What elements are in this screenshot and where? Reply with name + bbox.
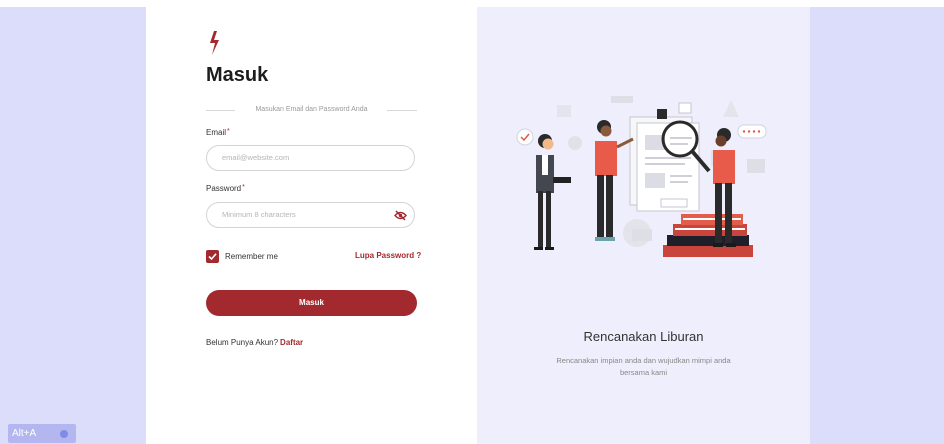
- illustration-subtitle: Rencanakan impian anda dan wujudkan mimp…: [556, 356, 731, 377]
- illustration-panel: Rencanakan Liburan Rencanakan impian and…: [477, 7, 810, 444]
- login-button[interactable]: Masuk: [206, 290, 417, 316]
- password-field-wrapper[interactable]: [206, 202, 415, 228]
- eye-slash-icon[interactable]: [394, 210, 407, 221]
- login-panel: Masuk Masukan Email dan Password Anda Em…: [146, 7, 477, 444]
- shortcut-badge[interactable]: Alt+A: [8, 424, 76, 443]
- signup-link[interactable]: Daftar: [280, 338, 303, 347]
- email-field-wrapper[interactable]: [206, 145, 415, 171]
- signup-prompt: Belum Punya Akun? Daftar: [206, 338, 303, 347]
- checkmark-icon: [208, 253, 217, 261]
- password-label: Password*: [206, 184, 245, 193]
- assistant-dot-icon: [60, 430, 68, 438]
- remember-label[interactable]: Remember me: [225, 252, 278, 261]
- page-title: Masuk: [206, 64, 269, 86]
- shortcut-label: Alt+A: [12, 428, 37, 439]
- forgot-password-link[interactable]: Lupa Password ?: [355, 251, 421, 260]
- top-strip: [0, 0, 944, 7]
- password-field[interactable]: [220, 209, 394, 220]
- lightning-bolt-icon: [210, 31, 219, 55]
- travel-planning-illustration: [516, 96, 767, 257]
- remember-checkbox[interactable]: [206, 250, 219, 263]
- divider-text: Masukan Email dan Password Anda: [255, 106, 368, 113]
- required-mark: *: [242, 184, 245, 191]
- email-field[interactable]: [220, 152, 394, 163]
- signup-text: Belum Punya Akun?: [206, 338, 279, 347]
- required-mark: *: [227, 128, 230, 135]
- form-divider: Masukan Email dan Password Anda: [206, 104, 417, 116]
- illustration-title: Rencanakan Liburan: [583, 329, 704, 344]
- email-label: Email*: [206, 128, 230, 137]
